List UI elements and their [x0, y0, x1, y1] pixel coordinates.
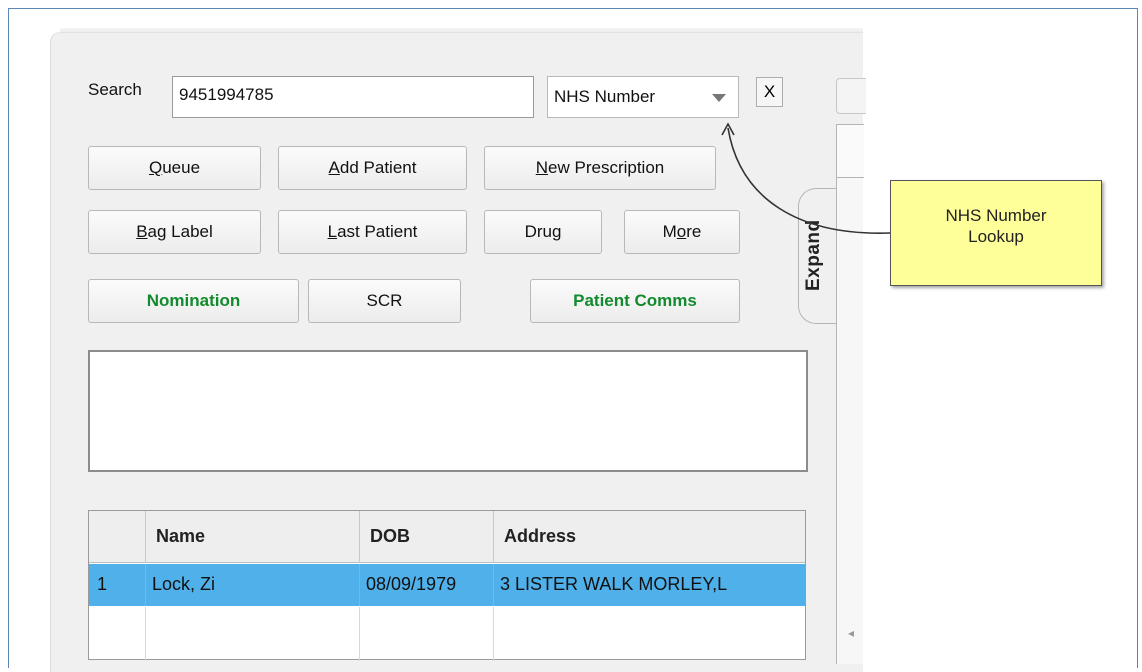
empty-cell	[493, 607, 805, 661]
search-type-value: NHS Number	[554, 87, 656, 106]
table-row-empty	[89, 607, 805, 661]
more-label-post: re	[686, 222, 702, 241]
column-header-name[interactable]: Name	[145, 511, 359, 563]
patient-notes-box[interactable]	[88, 350, 808, 472]
callout-line-2: Lookup	[968, 227, 1024, 246]
queue-button[interactable]: Queue	[88, 146, 261, 190]
patient-comms-button[interactable]: Patient Comms	[530, 279, 740, 323]
add-patient-label-post: dd Patient	[339, 158, 417, 177]
nomination-label: Nomination	[146, 291, 241, 310]
last-patient-label-post: ast Patient	[337, 222, 418, 241]
new-prescription-label-accel: N	[535, 158, 549, 177]
nomination-button[interactable]: Nomination	[88, 279, 299, 323]
drug-button[interactable]: Drug	[484, 210, 602, 254]
annotation-callout: NHS Number Lookup	[890, 180, 1102, 286]
drug-label: Drug	[524, 222, 562, 241]
queue-label-accel: Q	[148, 158, 163, 177]
add-patient-label-accel: A	[328, 158, 340, 177]
right-pane-button[interactable]	[836, 78, 866, 114]
column-header-index	[89, 511, 145, 563]
empty-cell	[359, 607, 493, 661]
search-input[interactable]: 9451994785	[172, 76, 534, 118]
patient-comms-label: Patient Comms	[573, 291, 697, 310]
empty-cell	[89, 607, 145, 661]
new-prescription-label-post: ew Prescription	[548, 158, 665, 177]
bag-label-button[interactable]: Bag Label	[88, 210, 261, 254]
row-address: 3 LISTER WALK MORLEY,L	[493, 564, 805, 606]
add-patient-button[interactable]: Add Patient	[278, 146, 467, 190]
search-type-select[interactable]: NHS Number	[547, 76, 739, 118]
row-dob: 08/09/1979	[359, 564, 493, 606]
chevron-down-icon	[712, 94, 726, 102]
scroll-left-icon[interactable]: ◂	[848, 626, 854, 640]
empty-cell	[145, 607, 359, 661]
right-pane	[836, 124, 864, 664]
more-button[interactable]: Mo re	[624, 210, 740, 254]
table-row[interactable]: 1 Lock, Zi 08/09/1979 3 LISTER WALK MORL…	[89, 564, 805, 606]
new-prescription-button[interactable]: New Prescription	[484, 146, 716, 190]
bag-label-label-accel: B	[136, 222, 148, 241]
more-label-pre: M	[662, 222, 677, 241]
last-patient-button[interactable]: Last Patient	[278, 210, 467, 254]
scr-label: SCR	[366, 291, 403, 310]
row-name: Lock, Zi	[145, 564, 359, 606]
clear-search-button[interactable]: X	[756, 77, 783, 107]
table-header: Name DOB Address	[89, 511, 805, 563]
scr-button[interactable]: SCR	[308, 279, 461, 323]
search-label: Search	[88, 80, 142, 99]
callout-line-1: NHS Number	[945, 206, 1047, 225]
right-pane-header	[837, 124, 864, 178]
bag-label-label-post: ag Label	[147, 222, 213, 241]
column-header-dob[interactable]: DOB	[359, 511, 493, 563]
expand-tab-label: Expand	[803, 219, 824, 291]
queue-label-post: ueue	[162, 158, 201, 177]
more-label-accel: o	[676, 222, 687, 241]
column-header-address[interactable]: Address	[493, 511, 805, 563]
patient-results-table: Name DOB Address 1 Lock, Zi 08/09/1979 3…	[88, 510, 806, 661]
row-number: 1	[97, 574, 108, 594]
last-patient-label-accel: L	[327, 222, 338, 241]
